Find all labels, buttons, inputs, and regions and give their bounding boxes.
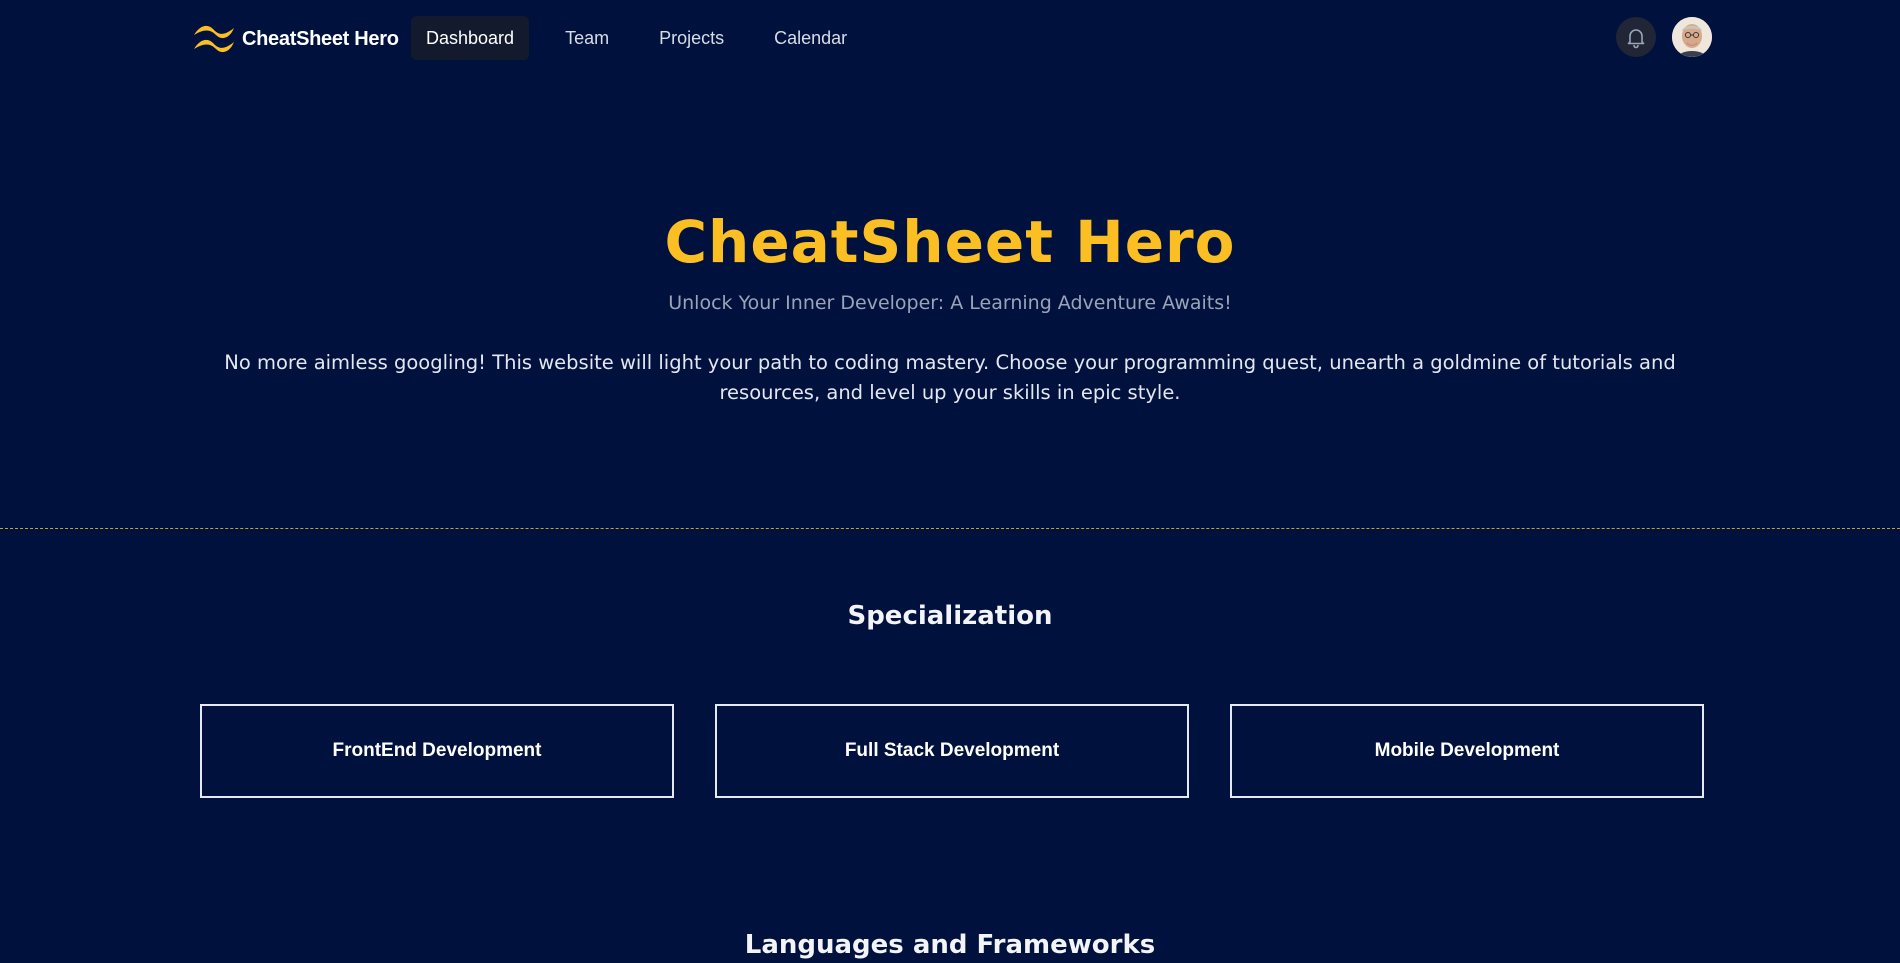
user-avatar[interactable] <box>1672 17 1712 57</box>
specialization-cards: FrontEnd Development Full Stack Developm… <box>200 704 1704 798</box>
card-frontend-development[interactable]: FrontEnd Development <box>200 704 674 798</box>
nav-link-dashboard[interactable]: Dashboard <box>411 16 530 60</box>
card-full-stack-development[interactable]: Full Stack Development <box>715 704 1189 798</box>
tailwind-wave-icon <box>194 25 234 53</box>
nav-link-calendar[interactable]: Calendar <box>759 16 862 60</box>
nav-link-team[interactable]: Team <box>550 16 624 60</box>
brand-link[interactable]: CheatSheet Hero <box>192 22 399 56</box>
brand-name: CheatSheet Hero <box>242 27 399 50</box>
bell-icon <box>1627 29 1645 49</box>
avatar-image <box>1672 17 1712 57</box>
notifications-button[interactable] <box>1616 17 1656 57</box>
hero-title: CheatSheet Hero <box>664 208 1236 276</box>
section-divider <box>0 528 1900 529</box>
languages-heading: Languages and Frameworks <box>744 930 1156 960</box>
specialization-heading: Specialization <box>847 601 1053 631</box>
hero-subtitle: Unlock Your Inner Developer: A Learning … <box>668 292 1232 314</box>
hero-description: No more aimless googling! This website w… <box>224 351 1676 404</box>
nav-link-projects[interactable]: Projects <box>644 16 739 60</box>
card-mobile-development[interactable]: Mobile Development <box>1230 704 1704 798</box>
top-navbar: CheatSheet Hero Dashboard Team Projects … <box>0 0 1900 78</box>
main-nav: Dashboard Team Projects Calendar <box>411 16 882 60</box>
